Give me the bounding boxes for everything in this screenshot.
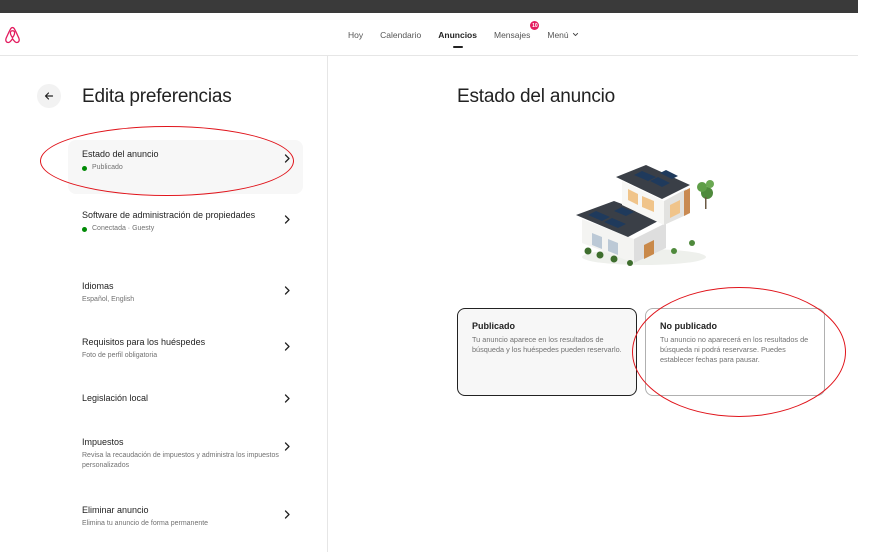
card-title: Publicado	[472, 321, 516, 331]
chevron-right-icon	[284, 342, 290, 351]
chevron-right-icon	[284, 215, 290, 224]
sidebar-item-legislacion[interactable]: Legislación local	[68, 384, 303, 412]
nav-mensajes-label: Mensajes	[493, 29, 531, 40]
chevron-right-icon	[284, 286, 290, 295]
messages-badge: 10	[530, 21, 540, 30]
sidebar-item-estado[interactable]: Estado del anuncio Publicado	[68, 140, 303, 194]
nav-anuncios[interactable]: Anuncios	[438, 13, 477, 56]
sidebar-item-label: Estado del anuncio	[82, 149, 159, 159]
sidebar-item-subtitle: Publicado	[82, 163, 287, 173]
preferences-sidebar: Edita preferencias Estado del anuncio Pu…	[0, 56, 328, 552]
arrow-left-icon	[44, 92, 54, 100]
status-dot-icon	[82, 165, 87, 171]
sidebar-item-subtitle: Foto de perfil obligatoria	[82, 352, 158, 359]
window-right-gutter	[858, 0, 874, 552]
sidebar-item-label: Legislación local	[82, 393, 149, 403]
nav-calendario[interactable]: Calendario	[380, 13, 421, 56]
chevron-right-icon	[284, 394, 290, 403]
chevron-right-icon	[284, 510, 290, 519]
status-dot-icon	[82, 226, 87, 232]
status-text: Conectada · Guesty	[92, 225, 155, 232]
card-description: Tu anuncio no aparecerá en los resultado…	[660, 335, 809, 364]
nav-hoy[interactable]: Hoy	[348, 13, 363, 56]
sidebar-item-subtitle: Elimina tu anuncio de forma permanente	[82, 520, 209, 527]
window-top-bar	[0, 0, 858, 13]
house-illustration-icon	[576, 165, 714, 266]
sidebar-item-software[interactable]: Software de administración de propiedade…	[68, 201, 303, 242]
chevron-right-icon	[284, 154, 290, 163]
card-description: Tu anuncio aparece en los resultados de …	[472, 335, 622, 354]
sidebar-item-label: Eliminar anuncio	[82, 505, 149, 515]
status-card-publicado[interactable]: Publicado Tu anuncio aparece en los resu…	[457, 308, 637, 396]
card-title: No publicado	[660, 321, 717, 331]
nav-menu[interactable]: Menú	[547, 13, 578, 56]
sidebar-item-label: Software de administración de propiedade…	[82, 210, 256, 220]
sidebar-item-eliminar[interactable]: Eliminar anuncio Elimina tu anuncio de f…	[68, 496, 303, 537]
nav-menu-label: Menú	[547, 29, 569, 40]
sidebar-item-subtitle: Conectada · Guesty	[82, 224, 287, 234]
nav-mensajes[interactable]: Mensajes 10	[493, 13, 540, 56]
sidebar-item-impuestos[interactable]: Impuestos Revisa la recaudación de impue…	[68, 428, 303, 479]
listing-status-panel: Estado del anuncio Publicado Tu anuncio …	[329, 56, 858, 552]
airbnb-logo-icon[interactable]	[4, 25, 21, 45]
status-card-no-publicado[interactable]: No publicado Tu anuncio no aparecerá en …	[645, 308, 825, 396]
sidebar-item-label: Impuestos	[82, 437, 124, 447]
section-title: Estado del anuncio	[457, 86, 616, 107]
top-header: Hoy Calendario Anuncios Mensajes 10 Menú	[0, 13, 858, 56]
sidebar-item-label: Idiomas	[82, 281, 114, 291]
status-text: Publicado	[92, 164, 123, 171]
sidebar-item-subtitle: Español, English	[82, 296, 135, 303]
back-button[interactable]	[37, 84, 61, 108]
main-nav: Hoy Calendario Anuncios Mensajes 10 Menú	[348, 13, 596, 56]
chevron-right-icon	[284, 442, 290, 451]
sidebar-item-subtitle: Revisa la recaudación de impuestos y adm…	[82, 452, 279, 469]
chevron-down-icon	[572, 32, 578, 37]
sidebar-item-label: Requisitos para los huéspedes	[82, 337, 206, 347]
page-title: Edita preferencias	[82, 86, 232, 107]
sidebar-item-idiomas[interactable]: Idiomas Español, English	[68, 272, 303, 313]
sidebar-item-requisitos[interactable]: Requisitos para los huéspedes Foto de pe…	[68, 328, 303, 369]
